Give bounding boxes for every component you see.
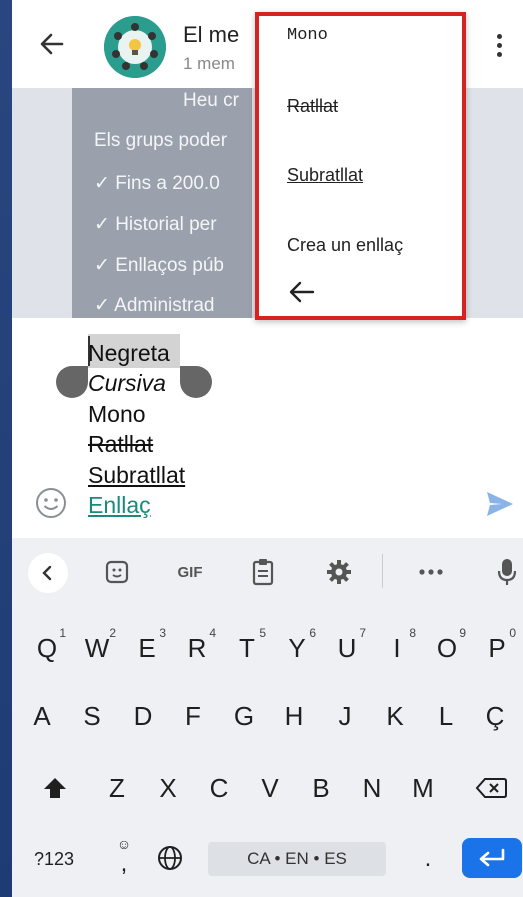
mono-text[interactable]: Mono [88,401,146,428]
key-c[interactable]: C [194,760,244,816]
key-j[interactable]: J [321,688,369,744]
link-text[interactable]: Enllaç [88,492,151,519]
key-h[interactable]: H [270,688,318,744]
key-t[interactable]: T5 [222,620,272,676]
check-icon: ✓ [94,295,115,316]
key-q[interactable]: Q1 [22,620,72,676]
key-k[interactable]: K [371,688,419,744]
backspace-icon[interactable] [464,760,518,816]
spacebar[interactable]: CA • EN • ES [208,842,386,876]
toolbar-divider [382,554,383,588]
key-o[interactable]: O9 [422,620,472,676]
intro-heading: Heu cr [183,90,239,111]
keyboard: GIF Q1 W2 E3 R4 T5 Y6 U7 I8 O9 P0 A S D … [12,538,523,897]
background-strip [0,0,12,897]
intro-list-item: ✓ Fins a 200.0 [94,173,220,194]
key-m[interactable]: M [398,760,448,816]
chevron-left-icon[interactable] [28,553,68,593]
key-y[interactable]: Y6 [272,620,322,676]
formatting-menu: Mono Ratllat Subratllat Crea un enllaç [255,12,466,320]
key-g[interactable]: G [220,688,268,744]
key-d[interactable]: D [119,688,167,744]
menu-item-underline[interactable]: Subratllat [287,165,363,186]
settings-gear-icon[interactable] [322,555,356,589]
symbols-key[interactable]: ?123 [22,836,86,882]
strikethrough-text[interactable]: Ratllat [88,431,153,458]
shift-key[interactable] [28,760,82,816]
key-s[interactable]: S [68,688,116,744]
chat-member-count: 1 mem [183,54,235,73]
key-a[interactable]: A [18,688,66,744]
check-icon: ✓ [94,173,116,194]
back-arrow-icon[interactable] [287,278,317,306]
more-icon[interactable] [414,555,448,589]
key-l[interactable]: L [422,688,470,744]
italic-text[interactable]: Cursiva [88,370,166,397]
enter-key[interactable] [462,838,522,878]
intro-list-item: ✓ Administrad [94,295,215,316]
clipboard-icon[interactable] [246,555,280,589]
sticker-icon[interactable] [100,555,134,589]
group-avatar[interactable] [104,16,166,78]
key-r[interactable]: R4 [172,620,222,676]
underline-text[interactable]: Subratllat [88,462,185,489]
check-icon: ✓ [94,214,116,235]
key-v[interactable]: V [245,760,295,816]
check-icon: ✓ [94,255,116,276]
key-f[interactable]: F [169,688,217,744]
menu-item-create-link[interactable]: Crea un enllaç [287,235,403,256]
keyboard-toolbar: GIF [12,538,523,604]
key-b[interactable]: B [296,760,346,816]
bold-text[interactable]: Negreta [88,340,170,367]
emoji-comma-key[interactable]: ☺ , [104,834,144,884]
key-z[interactable]: Z [92,760,142,816]
back-arrow-icon[interactable] [36,28,68,60]
globe-icon[interactable] [150,838,190,878]
chat-title[interactable]: El me [183,22,239,48]
intro-list-item: ✓ Enllaços púb [94,255,224,276]
microphone-icon[interactable] [490,555,523,589]
selection-handle-left[interactable] [56,366,88,398]
screen: El me 1 mem Heu cr Els grups poder ✓ Fin… [12,0,523,897]
menu-item-strikethrough[interactable]: Ratllat [287,96,338,117]
key-i[interactable]: I8 [372,620,422,676]
group-intro-card: Heu cr Els grups poder ✓ Fins a 200.0 ✓ … [72,88,252,318]
send-icon[interactable] [484,488,516,520]
key-x[interactable]: X [143,760,193,816]
intro-text: Els grups poder [94,130,228,151]
key-n[interactable]: N [347,760,397,816]
more-options-icon[interactable] [490,34,508,62]
key-e[interactable]: E3 [122,620,172,676]
gif-button[interactable]: GIF [170,555,210,589]
key-c-cedilla[interactable]: Ç [470,688,520,744]
menu-item-mono[interactable]: Mono [287,26,328,45]
key-p[interactable]: P0 [472,620,522,676]
key-u[interactable]: U7 [322,620,372,676]
intro-list-item: ✓ Historial per [94,214,217,235]
selection-handle-right[interactable] [180,366,212,398]
key-w[interactable]: W2 [72,620,122,676]
emoji-icon[interactable] [34,486,68,520]
period-key[interactable]: . [410,836,446,882]
